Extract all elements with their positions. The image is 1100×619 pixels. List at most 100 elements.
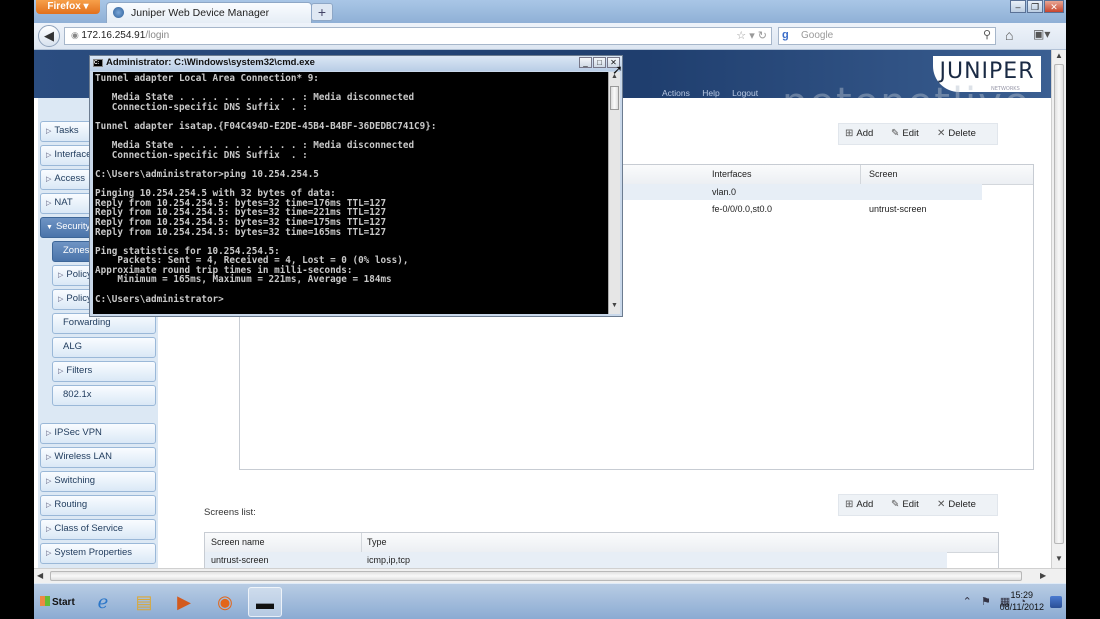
sidebar-item-alg[interactable]: ALG	[52, 337, 156, 358]
delete-icon: ✕	[937, 128, 946, 139]
add-label: Add	[856, 128, 874, 139]
tray-expand-icon[interactable]: ⌃	[963, 596, 972, 608]
sidebar-item-label: Interface	[54, 149, 92, 160]
column-header-interfaces[interactable]: Interfaces	[712, 169, 752, 179]
cell-interfaces: vlan.0	[712, 187, 737, 197]
column-header-screen[interactable]: Screen	[869, 169, 898, 179]
sidebar-item-ipsec-vpn[interactable]: ▷ IPSec VPN	[40, 423, 156, 444]
sidebar-item-label: Tasks	[54, 125, 79, 136]
expand-arrow-icon: ▷	[46, 550, 52, 557]
cell-interfaces: fe-0/0/0.0,st0.0	[712, 204, 773, 214]
sidebar-item-routing[interactable]: ▷ Routing	[40, 495, 156, 516]
close-icon[interactable]: ✕	[1044, 0, 1064, 13]
column-divider	[860, 165, 861, 184]
column-header-screen-name[interactable]: Screen name	[211, 537, 265, 547]
delete-button[interactable]: ✕ Delete	[937, 128, 976, 139]
firefox-menu-button[interactable]: Firefox ▾	[36, 0, 100, 14]
cmd-window[interactable]: C: Administrator: C:\Windows\system32\cm…	[89, 55, 623, 317]
scroll-left-icon[interactable]: ◀	[37, 571, 43, 580]
edit-icon: ✎	[891, 128, 900, 139]
cmd-taskbar-icon[interactable]: ▬	[248, 587, 282, 617]
column-header-type[interactable]: Type	[367, 537, 387, 547]
search-icon[interactable]: ⚲	[983, 28, 991, 41]
sidebar-item-class-of-service[interactable]: ▷ Class of Service	[40, 519, 156, 540]
sidebar-item-label: Zones	[63, 245, 90, 256]
bookmark-star-icon[interactable]: ☆ ▾ ↻	[736, 29, 767, 42]
sidebar-item-filters[interactable]: ▷ Filters	[52, 361, 156, 382]
scroll-down-icon[interactable]: ▼	[611, 302, 618, 309]
menu-logout[interactable]: Logout	[732, 88, 758, 98]
table-row[interactable]: untrust-screen icmp,ip,tcp	[205, 552, 947, 568]
minimize-icon[interactable]: _	[579, 57, 592, 68]
tab-title: Juniper Web Device Manager	[131, 7, 270, 19]
sidebar-item-8021x[interactable]: 802.1x	[52, 385, 156, 406]
bookmarks-menu-icon[interactable]: ▣▾	[1033, 27, 1050, 41]
add-icon: ⊞	[845, 499, 854, 510]
url-path: /login	[145, 30, 170, 41]
expand-arrow-icon: ▷	[58, 368, 64, 375]
screens-grid-header: Screen name Type	[205, 533, 998, 553]
show-desktop-button[interactable]	[1050, 596, 1062, 608]
sidebar-item-switching[interactable]: ▷ Switching	[40, 471, 156, 492]
sidebar-item-system-properties[interactable]: ▷ System Properties	[40, 543, 156, 564]
media-player-icon[interactable]: ▶	[167, 587, 201, 617]
screens-toolbar: ⊞ Add ✎ Edit ✕ Delete	[838, 494, 998, 516]
cmd-scrollbar[interactable]: ▲ ▼	[608, 72, 620, 314]
flag-icon[interactable]: ⚑	[981, 596, 991, 608]
edit-button[interactable]: ✎ Edit	[891, 128, 919, 139]
screens-delete-button[interactable]: ✕ Delete	[937, 499, 976, 510]
sidebar-item-wireless-lan[interactable]: ▷ Wireless LAN	[40, 447, 156, 468]
sidebar-item-label: Class of Service	[54, 523, 124, 534]
expand-arrow-icon: ▷	[46, 128, 52, 135]
clock[interactable]: 15:29 08/11/2012	[1000, 589, 1044, 613]
home-icon[interactable]: ⌂	[1005, 27, 1013, 43]
maximize-icon[interactable]: ❐	[1027, 0, 1043, 13]
vertical-scroll-thumb[interactable]	[1054, 64, 1064, 544]
back-arrow-icon[interactable]: ◀	[38, 25, 60, 47]
expand-arrow-icon: ▷	[46, 478, 52, 485]
search-input[interactable]: g Google ⚲	[778, 27, 996, 45]
menu-help[interactable]: Help	[702, 88, 719, 98]
browser-tab-bar: Firefox ▾ Juniper Web Device Manager + –…	[34, 0, 1066, 23]
menu-actions[interactable]: Actions	[662, 88, 690, 98]
scroll-right-icon[interactable]: ▶	[1040, 571, 1046, 580]
new-tab-button[interactable]: +	[311, 3, 333, 21]
sidebar-item-label: System Properties	[54, 547, 133, 558]
cell-type: icmp,ip,tcp	[367, 555, 411, 565]
screens-add-button[interactable]: ⊞ Add	[845, 499, 873, 510]
cmd-scroll-thumb[interactable]	[610, 86, 619, 110]
address-bar[interactable]: ◉ 172.16.254.91/login ☆ ▾ ↻	[64, 27, 772, 45]
maximize-icon[interactable]: □	[593, 57, 606, 68]
add-button[interactable]: ⊞ Add	[845, 128, 873, 139]
cmd-icon: C:	[93, 59, 103, 67]
expand-arrow-icon: ▷	[46, 200, 52, 207]
sidebar-item-label: 802.1x	[63, 389, 92, 400]
scroll-up-icon[interactable]: ▲	[1055, 51, 1063, 60]
cmd-output[interactable]: Tunnel adapter Local Area Connection* 9:…	[93, 72, 609, 314]
expand-arrow-icon: ▷	[46, 526, 52, 533]
sidebar-item-label: Switching	[54, 475, 96, 486]
screens-grid: Screen name Type untrust-screen icmp,ip,…	[204, 532, 999, 568]
expand-arrow-icon: ▷	[46, 454, 52, 461]
internet-explorer-icon[interactable]: ℯ	[86, 587, 120, 617]
sidebar-item-label: IPSec VPN	[54, 427, 102, 438]
scroll-down-icon[interactable]: ▼	[1055, 554, 1063, 563]
minimize-icon[interactable]: –	[1010, 0, 1026, 13]
sidebar-item-label: Wireless LAN	[54, 451, 112, 462]
cmd-title-bar[interactable]: C: Administrator: C:\Windows\system32\cm…	[90, 56, 622, 71]
edit-label: Edit	[902, 128, 919, 139]
zones-toolbar: ⊞ Add ✎ Edit ✕ Delete	[838, 123, 998, 145]
screens-edit-button[interactable]: ✎ Edit	[891, 499, 919, 510]
firefox-icon[interactable]: ◉	[208, 587, 242, 617]
top-menu: Actions Help Logout	[662, 88, 768, 98]
expand-arrow-icon: ▷	[46, 502, 52, 509]
vertical-scrollbar[interactable]: ▲ ▼	[1051, 50, 1066, 568]
start-button[interactable]: Start	[36, 590, 78, 614]
file-explorer-icon[interactable]: ▤	[127, 587, 161, 617]
mouse-cursor-icon: ➚	[612, 62, 623, 77]
horizontal-scroll-thumb[interactable]	[50, 571, 1022, 581]
clock-date: 08/11/2012	[999, 602, 1044, 612]
taskbar: Start ℯ ▤ ▶ ◉ ▬ ⌃ ⚑ ▦ ◔ 15:29 08/11/2012	[34, 583, 1066, 619]
horizontal-scrollbar[interactable]: ◀ ▶	[34, 568, 1066, 583]
browser-tab-active[interactable]: Juniper Web Device Manager	[106, 2, 312, 23]
